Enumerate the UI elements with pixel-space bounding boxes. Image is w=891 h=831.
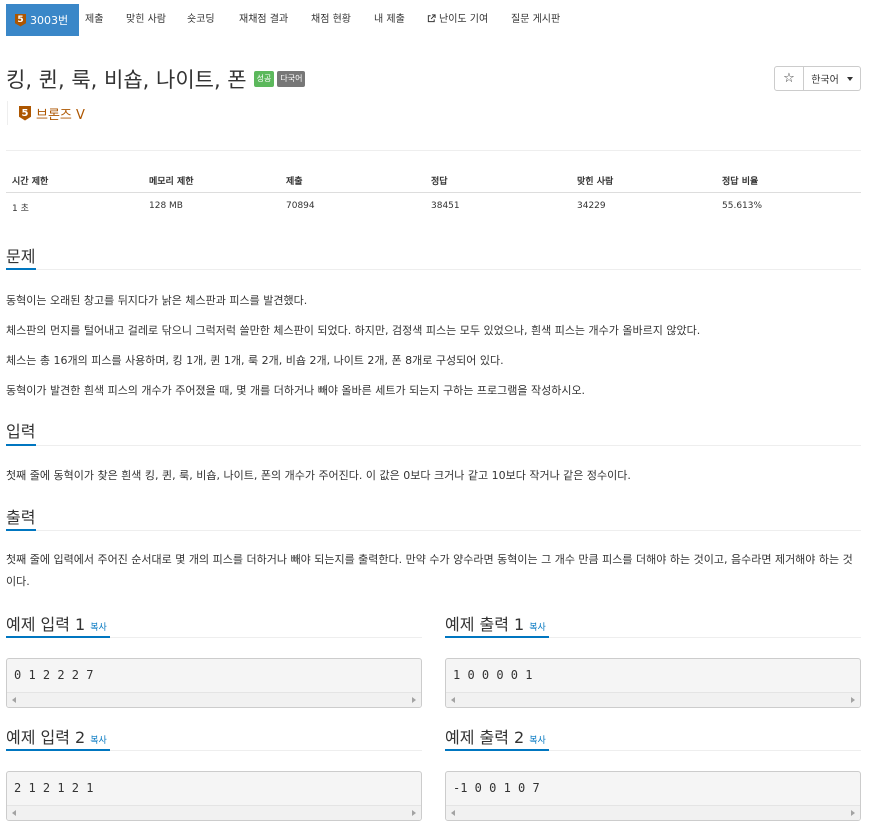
nav-solved-users[interactable]: 맞힌 사람: [126, 10, 166, 25]
nav-submit[interactable]: 제출: [85, 10, 103, 25]
scroll-left-icon[interactable]: [12, 697, 16, 703]
value-solved-users: 34229: [577, 201, 606, 211]
heading-underline: [6, 749, 110, 751]
copy-button[interactable]: 복사: [90, 623, 107, 633]
bronze-tier-icon: 5: [19, 105, 31, 121]
value-memory-limit: 128 MB: [149, 201, 183, 211]
sample-input-2-box[interactable]: 2 1 2 1 2 1: [6, 771, 422, 821]
heading-underline: [445, 749, 549, 751]
header-memory-limit: 메모리 제한: [149, 177, 194, 187]
description-paragraph: 체스판의 먼지를 털어내고 걸레로 닦으니 그럭저럭 쓸만한 체스판이 되었다.…: [6, 324, 701, 337]
sample-heading-label: 예제 출력 1: [445, 615, 525, 634]
scroll-left-icon[interactable]: [12, 810, 16, 816]
horizontal-scrollbar[interactable]: [7, 805, 421, 820]
sample-input-1-heading: 예제 입력 1 복사: [6, 611, 107, 635]
heading-underline: [445, 636, 549, 638]
heading-rule: [6, 530, 861, 531]
language-label: 한국어: [811, 75, 839, 86]
header-accepted: 정답: [431, 177, 448, 187]
scroll-right-icon[interactable]: [412, 810, 416, 816]
problem-menu: 5 3003번: [6, 4, 80, 36]
horizontal-scrollbar[interactable]: [446, 692, 860, 707]
sample-input-1-box[interactable]: 0 1 2 2 2 7: [6, 658, 422, 708]
copy-button[interactable]: 복사: [90, 736, 107, 746]
sample-heading-label: 예제 입력 1: [6, 615, 86, 634]
output-heading: 출력: [6, 508, 36, 527]
language-dropdown[interactable]: 한국어: [804, 66, 861, 91]
nav-problem-number[interactable]: 5 3003번: [6, 4, 80, 36]
value-accepted: 38451: [431, 201, 460, 211]
copy-button[interactable]: 복사: [529, 736, 546, 746]
sample-heading-label: 예제 입력 2: [6, 728, 86, 747]
description-paragraph: 동혁이가 발견한 흰색 피스의 개수가 주어졌을 때, 몇 개를 더하거나 빼야…: [6, 384, 586, 397]
description-paragraph: 동혁이는 오래된 창고를 뒤지다가 낡은 체스판과 피스를 발견했다.: [6, 294, 308, 307]
sample-content: -1 0 0 1 0 7: [453, 781, 540, 795]
scroll-right-icon[interactable]: [412, 697, 416, 703]
horizontal-scrollbar[interactable]: [7, 692, 421, 707]
sample-content: 2 1 2 1 2 1: [14, 781, 94, 795]
tier-label: 브론즈 V: [36, 107, 85, 123]
heading-underline: [6, 529, 36, 531]
page-title: 킹, 퀸, 룩, 비숍, 나이트, 폰: [6, 68, 247, 92]
heading-underline: [6, 444, 36, 446]
header-time-limit: 시간 제한: [12, 177, 49, 187]
input-text: 첫째 줄에 동혁이가 찾은 흰색 킹, 퀸, 룩, 비숍, 나이트, 폰의 개수…: [6, 469, 631, 482]
nav-my-submissions[interactable]: 내 제출: [374, 10, 405, 25]
sample-output-2-box[interactable]: -1 0 0 1 0 7: [445, 771, 861, 821]
heading-rule: [6, 269, 861, 270]
description-paragraph: 체스는 총 16개의 피스를 사용하며, 킹 1개, 퀸 1개, 룩 2개, 비…: [6, 354, 504, 367]
sample-content: 0 1 2 2 2 7: [14, 668, 94, 682]
nav-judge-status[interactable]: 채점 현황: [311, 10, 351, 25]
sample-content: 1 0 0 0 0 1: [453, 668, 533, 682]
description-heading: 문제: [6, 247, 36, 266]
heading-rule: [6, 445, 861, 446]
scroll-left-icon[interactable]: [451, 697, 455, 703]
heading-underline: [6, 268, 36, 270]
page-title-row: 킹, 퀸, 룩, 비숍, 나이트, 폰 성공 다국어: [6, 64, 306, 94]
sample-heading-label: 예제 출력 2: [445, 728, 525, 747]
multilang-label: 다국어: [277, 71, 306, 87]
favorite-button[interactable]: ☆: [774, 66, 804, 91]
header-accept-ratio: 정답 비율: [722, 177, 759, 187]
output-text: 첫째 줄에 입력에서 주어진 순서대로 몇 개의 피스를 더하거나 빼야 되는지…: [6, 553, 853, 588]
header-submissions: 제출: [286, 177, 303, 187]
external-link-icon: [427, 14, 436, 23]
nav-difficulty-label: 난이도 기여: [439, 14, 489, 25]
star-icon: ☆: [783, 71, 795, 86]
sample-output-1-box[interactable]: 1 0 0 0 0 1: [445, 658, 861, 708]
caret-down-icon: [846, 76, 853, 81]
input-heading: 입력: [6, 422, 36, 441]
divider: [6, 150, 861, 151]
success-label: 성공: [253, 71, 275, 87]
title-actions: ☆ 한국어: [774, 66, 861, 91]
scroll-right-icon[interactable]: [851, 810, 855, 816]
nav-short-coding[interactable]: 숏코딩: [187, 10, 215, 25]
horizontal-scrollbar[interactable]: [446, 805, 860, 820]
copy-button[interactable]: 복사: [529, 623, 546, 633]
sample-input-2-heading: 예제 입력 2 복사: [6, 724, 107, 748]
problem-number-label: 3003번: [30, 14, 69, 27]
table-header-rule: [6, 192, 861, 193]
nav-question-board[interactable]: 질문 게시판: [511, 10, 560, 25]
problem-tier[interactable]: 5 브론즈 V: [7, 101, 85, 125]
sample-output-2-heading: 예제 출력 2 복사: [445, 724, 546, 748]
scroll-right-icon[interactable]: [851, 697, 855, 703]
scroll-left-icon[interactable]: [451, 810, 455, 816]
bronze-tier-icon: 5: [15, 13, 26, 27]
value-accept-ratio: 55.613%: [722, 201, 763, 211]
header-solved-users: 맞힌 사람: [577, 177, 614, 187]
sample-output-1-heading: 예제 출력 1 복사: [445, 611, 546, 635]
nav-rejudge-result[interactable]: 재채점 결과: [239, 10, 288, 25]
value-submissions: 70894: [286, 201, 315, 211]
value-time-limit: 1 초: [12, 204, 29, 214]
nav-difficulty-contribution[interactable]: 난이도 기여: [427, 10, 488, 25]
heading-underline: [6, 636, 110, 638]
